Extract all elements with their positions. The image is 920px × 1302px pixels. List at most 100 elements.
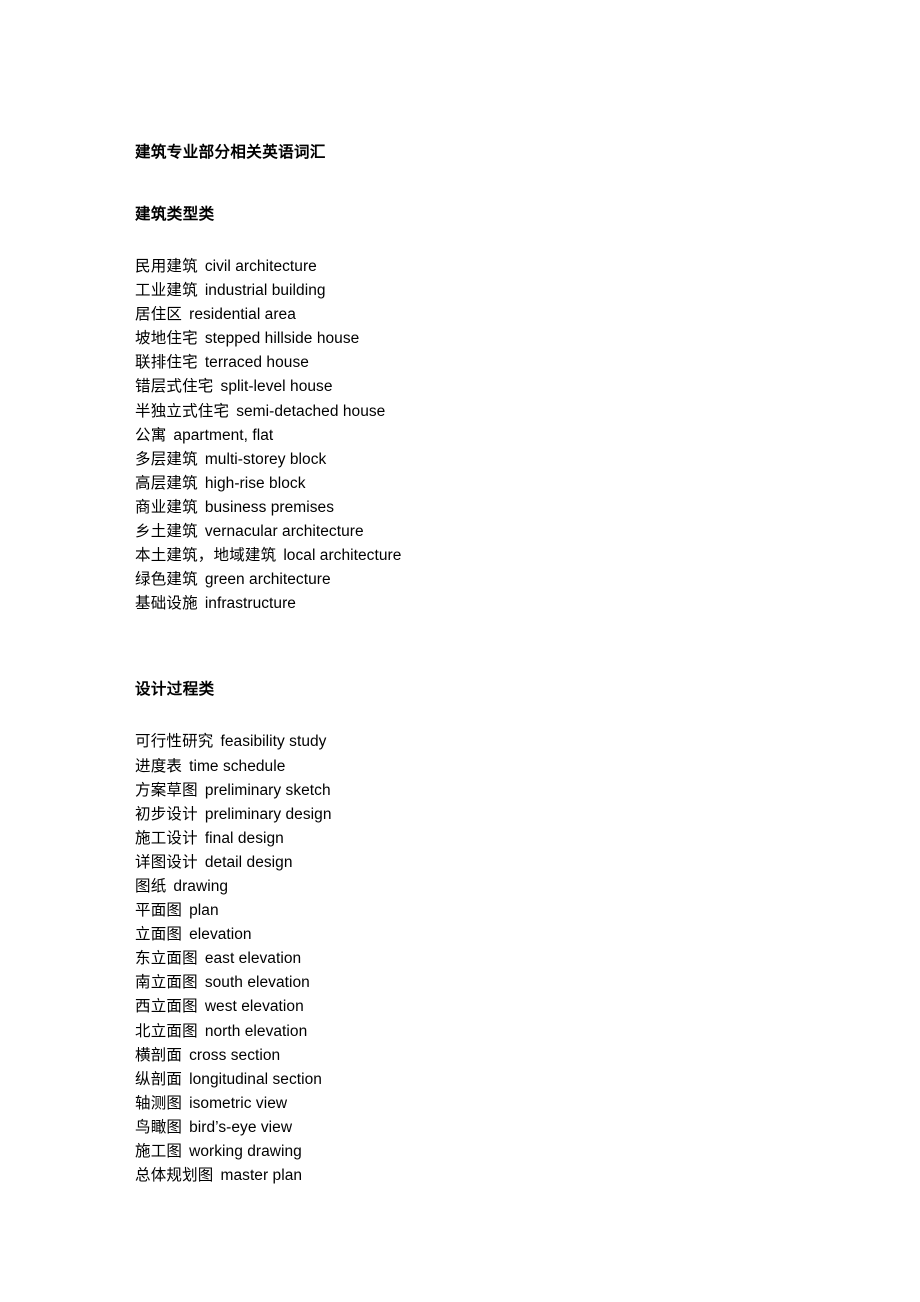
term-english: vernacular architecture xyxy=(204,523,364,541)
term-chinese: 商业建筑 xyxy=(135,498,198,516)
term-row: 图纸 drawing xyxy=(135,875,835,899)
heading-gap xyxy=(135,702,835,730)
term-chinese: 乡土建筑 xyxy=(135,523,198,541)
term-row: 详图设计 detail design xyxy=(135,851,835,875)
term-row: 基础设施 infrastructure xyxy=(135,592,835,616)
term-english: detail design xyxy=(204,853,293,871)
term-english: south elevation xyxy=(204,974,310,992)
vocabulary-section: 建筑类型类民用建筑 civil architecture 工业建筑 industria… xyxy=(135,203,835,616)
term-chinese: 西立面图 xyxy=(135,998,198,1016)
term-chinese: 高层建筑 xyxy=(135,474,198,492)
heading-gap xyxy=(135,227,835,255)
term-chinese: 联排住宅 xyxy=(135,354,198,372)
term-row: 总体规划图 master plan xyxy=(135,1164,835,1188)
term-english: cross section xyxy=(189,1046,281,1064)
term-english: apartment, flat xyxy=(173,426,274,444)
term-row: 东立面图 east elevation xyxy=(135,947,835,971)
term-chinese: 公寓 xyxy=(135,426,167,444)
term-english: master plan xyxy=(220,1167,303,1185)
term-english: elevation xyxy=(189,926,252,944)
term-english: working drawing xyxy=(189,1143,302,1160)
term-chinese: 鸟瞰图 xyxy=(135,1118,183,1136)
term-row: 公寓 apartment, flat xyxy=(135,424,835,448)
section-heading: 设计过程类 xyxy=(135,681,215,699)
term-row: 乡土建筑 vernacular architecture xyxy=(135,520,835,544)
term-chinese: 居住区 xyxy=(135,306,183,324)
term-row: 可行性研究 feasibility study xyxy=(135,730,835,754)
term-english: east elevation xyxy=(204,950,302,968)
term-english: longitudinal section xyxy=(189,1070,322,1088)
term-chinese: 坡地住宅 xyxy=(135,330,198,348)
term-english: north elevation xyxy=(204,1022,308,1040)
term-row: 工业建筑 industrial building xyxy=(135,279,835,303)
term-row: 鸟瞰图 bird’s-eye view xyxy=(135,1116,835,1140)
section-heading: 建筑类型类 xyxy=(135,206,215,223)
term-chinese: 施工图 xyxy=(135,1143,183,1160)
sections-container: 建筑类型类民用建筑 civil architecture 工业建筑 industria… xyxy=(135,203,835,1188)
term-row: 高层建筑 high-rise block xyxy=(135,472,835,496)
term-english: industrial building xyxy=(204,282,326,300)
term-english: final design xyxy=(204,829,284,847)
term-chinese: 可行性研究 xyxy=(135,733,214,751)
term-english: split-level house xyxy=(220,378,333,396)
term-english: drawing xyxy=(173,877,229,895)
term-chinese: 图纸 xyxy=(135,877,167,895)
term-english: west elevation xyxy=(204,998,304,1016)
term-english: high-rise block xyxy=(204,474,306,492)
term-english: terraced house xyxy=(204,354,309,372)
term-english: preliminary design xyxy=(204,805,332,823)
term-row: 居住区 residential area xyxy=(135,303,835,327)
term-chinese: 轴测图 xyxy=(135,1094,183,1112)
term-row: 纵剖面 longitudinal section xyxy=(135,1068,835,1092)
term-row: 进度表 time schedule xyxy=(135,755,835,779)
term-chinese: 工业建筑 xyxy=(135,282,198,300)
term-english: preliminary sketch xyxy=(204,781,331,799)
term-row: 北立面图 north elevation xyxy=(135,1020,835,1044)
term-english: semi-detached house xyxy=(236,402,386,420)
term-english: residential area xyxy=(189,306,296,324)
term-chinese: 方案草图 xyxy=(135,781,198,799)
term-english: business premises xyxy=(204,498,335,516)
term-chinese: 横剖面 xyxy=(135,1046,183,1064)
term-row: 坡地住宅 stepped hillside house xyxy=(135,327,835,351)
term-row: 方案草图 preliminary sketch xyxy=(135,779,835,803)
term-row: 联排住宅 terraced house xyxy=(135,351,835,375)
term-list: 民用建筑 civil architecture 工业建筑 industrial bui… xyxy=(135,255,835,616)
page-title: 建筑专业部分相关英语词汇 xyxy=(135,144,326,161)
term-chinese: 本土建筑，地域建筑 xyxy=(135,547,277,565)
term-chinese: 民用建筑 xyxy=(135,258,198,275)
term-english: isometric view xyxy=(189,1094,288,1112)
term-chinese: 东立面图 xyxy=(135,950,198,968)
term-row: 错层式住宅 split-level house xyxy=(135,375,835,399)
term-chinese: 基础设施 xyxy=(135,595,198,613)
term-row: 南立面图 south elevation xyxy=(135,971,835,995)
term-english: plan xyxy=(189,902,219,920)
term-row: 施工设计 final design xyxy=(135,827,835,851)
term-chinese: 纵剖面 xyxy=(135,1070,183,1088)
term-row: 西立面图 west elevation xyxy=(135,995,835,1019)
term-english: bird’s-eye view xyxy=(189,1118,293,1136)
term-english: stepped hillside house xyxy=(204,330,360,348)
term-list: 可行性研究 feasibility study 进度表 time schedule 方案… xyxy=(135,730,835,1188)
term-row: 本土建筑，地域建筑 local architecture xyxy=(135,544,835,568)
term-chinese: 详图设计 xyxy=(135,853,198,871)
term-english: infrastructure xyxy=(204,595,296,613)
term-row: 半独立式住宅 semi-detached house xyxy=(135,400,835,424)
term-row: 轴测图 isometric view xyxy=(135,1092,835,1116)
document-page: 建筑专业部分相关英语词汇 建筑类型类民用建筑 civil architecture… xyxy=(0,0,920,1302)
term-chinese: 半独立式住宅 xyxy=(135,402,230,420)
term-row: 多层建筑 multi-storey block xyxy=(135,448,835,472)
term-chinese: 多层建筑 xyxy=(135,450,198,468)
term-chinese: 总体规划图 xyxy=(135,1167,214,1185)
term-chinese: 施工设计 xyxy=(135,829,198,847)
term-row: 施工图 working drawing xyxy=(135,1140,835,1164)
term-chinese: 立面图 xyxy=(135,926,183,944)
term-chinese: 绿色建筑 xyxy=(135,571,198,589)
term-english: multi-storey block xyxy=(204,450,327,468)
term-row: 立面图 elevation xyxy=(135,923,835,947)
term-english: time schedule xyxy=(189,757,286,775)
vocabulary-section: 设计过程类可行性研究 feasibility study 进度表 time sched… xyxy=(135,678,835,1188)
term-row: 横剖面 cross section xyxy=(135,1044,835,1068)
term-english: feasibility study xyxy=(220,733,327,751)
